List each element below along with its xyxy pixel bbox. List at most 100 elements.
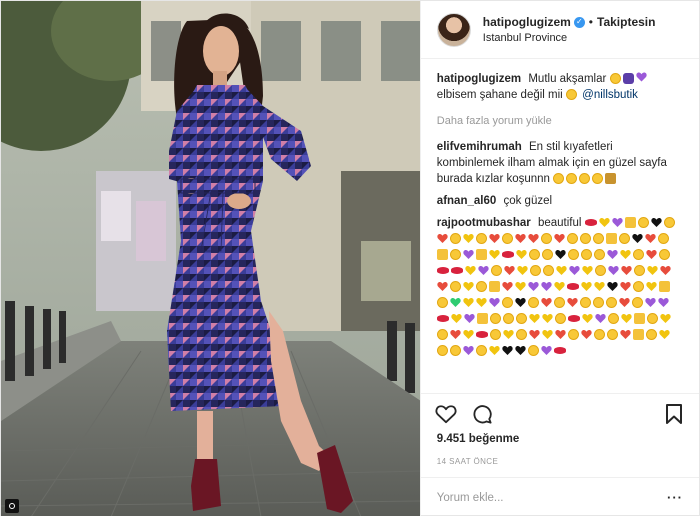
heart-emoji-icon — [659, 330, 670, 340]
caption-username[interactable]: hatipoglugizem — [437, 73, 521, 85]
thumbs-up-emoji-icon — [624, 217, 636, 229]
comment-text: çok güzel — [503, 195, 553, 207]
heart-emoji-icon — [607, 282, 618, 292]
follow-status-button[interactable]: Takiptesin — [597, 15, 655, 29]
heart-emoji-icon — [658, 298, 669, 308]
kiss-lips-emoji-icon — [566, 283, 579, 291]
smile-emoji-icon — [632, 249, 644, 261]
kiss-lips-emoji-icon — [450, 267, 463, 275]
smile-emoji-icon — [449, 345, 461, 357]
heart-emoji-icon — [660, 314, 671, 324]
separator: • — [588, 15, 593, 29]
instagram-logo-icon — [5, 499, 19, 513]
thumbs-up-emoji-icon — [488, 281, 500, 293]
heart-emoji-icon — [541, 282, 552, 292]
smile-emoji-icon — [632, 281, 644, 293]
heart-emoji-icon — [437, 234, 448, 244]
heart-emoji-icon — [620, 282, 631, 292]
kiss-lips-emoji-icon — [436, 267, 449, 275]
heart-emoji-icon — [450, 298, 461, 308]
smile-emoji-icon — [607, 313, 619, 325]
heart-emoji-icon — [502, 282, 513, 292]
smile-emoji-icon — [501, 233, 513, 245]
heart-emoji-icon — [650, 218, 662, 228]
heart-emoji-icon — [463, 330, 474, 340]
smile-emoji-icon — [475, 345, 487, 357]
heart-emoji-icon — [542, 314, 553, 324]
heart-emoji-icon — [621, 314, 632, 324]
heart-emoji-icon — [645, 298, 656, 308]
heart-emoji-icon — [632, 234, 643, 244]
post-photo[interactable] — [1, 1, 420, 516]
comment-emojis — [553, 173, 618, 185]
street-photo — [1, 1, 420, 516]
heart-emoji-icon — [554, 282, 565, 292]
smile-emoji-icon — [645, 329, 657, 341]
thumbs-up-emoji-icon — [476, 313, 488, 325]
smile-emoji-icon — [554, 313, 566, 325]
heart-emoji-icon — [489, 298, 500, 308]
heart-emoji-icon — [528, 234, 539, 244]
heart-emoji-icon — [660, 266, 671, 276]
smile-emoji-icon — [579, 173, 591, 185]
heart-emoji-icon — [582, 266, 593, 276]
heart-emoji-icon — [502, 346, 513, 356]
comment-username[interactable]: elifvemihrumah — [437, 141, 522, 153]
smile-emoji-icon — [609, 73, 621, 85]
purple-heart-emoji-icon — [635, 72, 647, 85]
comment-username[interactable]: afnan_al60 — [437, 195, 496, 207]
heart-emoji-icon — [515, 298, 526, 308]
smile-emoji-icon — [580, 249, 592, 261]
heart-emoji-icon — [504, 266, 515, 276]
smile-emoji-icon — [436, 345, 448, 357]
caption-text: Mutlu akşamlar — [528, 73, 607, 85]
smile-emoji-icon — [515, 329, 527, 341]
heart-emoji-icon — [489, 346, 500, 356]
comment-username[interactable]: rajpootmubashar — [437, 217, 531, 229]
smile-emoji-icon — [567, 329, 579, 341]
heart-emoji-icon — [598, 218, 610, 228]
comment-emojis — [436, 217, 677, 357]
heart-emoji-icon — [619, 298, 630, 308]
smile-emoji-icon — [541, 249, 553, 261]
smile-emoji-icon — [593, 249, 605, 261]
thumbs-up-emoji-icon — [632, 329, 644, 341]
kiss-lips-emoji-icon — [553, 347, 566, 355]
heart-emoji-icon — [556, 266, 567, 276]
load-more-comments-button[interactable]: Daha fazla yorum yükle — [437, 113, 683, 129]
thumbs-up-emoji-icon — [658, 281, 670, 293]
post-time[interactable]: 14 SAAT ÖNCE — [421, 451, 699, 477]
add-comment-input[interactable] — [436, 491, 657, 504]
thumbs-up-emoji-icon — [605, 233, 617, 245]
smile-emoji-icon — [528, 249, 540, 261]
location-link[interactable]: Istanbul Province — [483, 32, 656, 44]
heart-emoji-icon — [463, 298, 474, 308]
more-options-icon[interactable]: ··· — [667, 490, 683, 505]
username-link[interactable]: hatipoglugizem — [483, 15, 571, 29]
like-button[interactable] — [433, 401, 459, 427]
comment-item: elifvemihrumah En stil kıyafetleri kombi… — [437, 139, 683, 187]
heart-emoji-icon — [581, 282, 592, 292]
smile-emoji-icon — [527, 297, 539, 309]
heart-emoji-icon — [569, 266, 580, 276]
heart-emoji-icon — [541, 346, 552, 356]
smile-emoji-icon — [515, 313, 527, 325]
heart-emoji-icon — [489, 234, 500, 244]
speech-bubble-icon — [473, 404, 492, 424]
smile-emoji-icon — [579, 233, 591, 245]
person-emoji-icon — [622, 73, 634, 85]
likes-count[interactable]: 9.451 beğenme — [421, 433, 699, 451]
bookmark-icon — [666, 403, 682, 424]
heart-emoji-icon — [451, 314, 462, 324]
smile-emoji-icon — [490, 265, 502, 277]
heart-emoji-icon — [465, 266, 476, 276]
heart-emoji-icon — [646, 282, 657, 292]
heart-emoji-icon — [582, 314, 593, 324]
mention-link[interactable]: @nillsbutik — [582, 89, 638, 101]
avatar[interactable] — [436, 12, 471, 47]
save-button[interactable] — [661, 401, 687, 427]
comment-button[interactable] — [469, 401, 495, 427]
smile-emoji-icon — [593, 329, 605, 341]
instagram-post: hatipoglugizem ✓ • Takiptesin Istanbul P… — [0, 0, 700, 516]
smile-emoji-icon — [605, 297, 617, 309]
